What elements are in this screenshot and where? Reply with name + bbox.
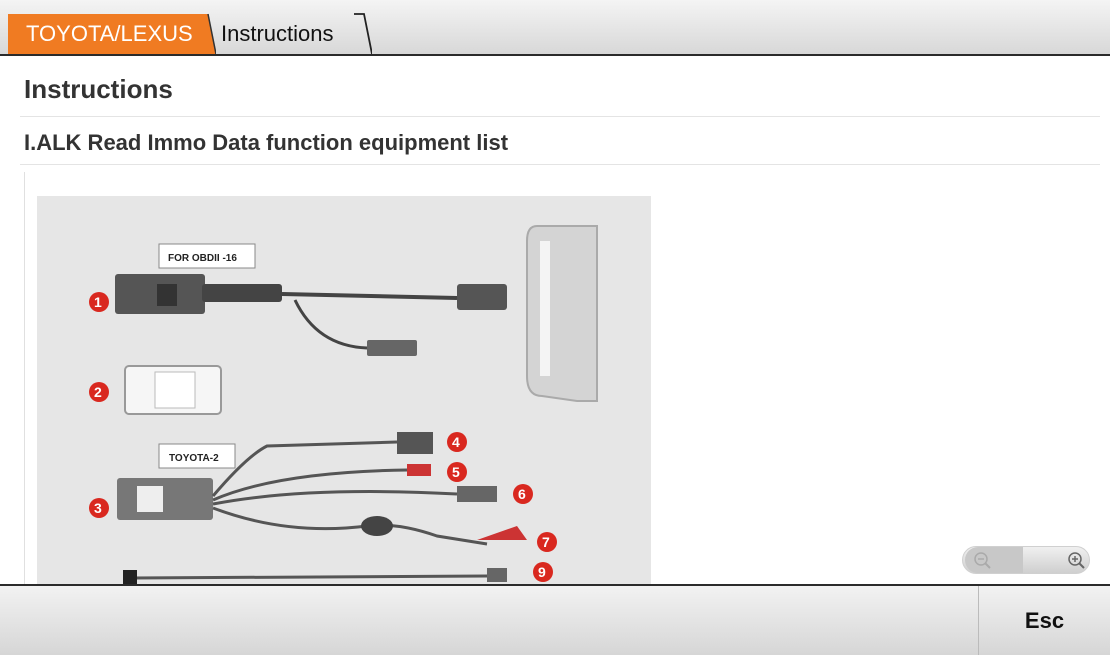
toyota-connector-shape [117,478,213,520]
svg-text:6: 6 [518,486,526,502]
svg-text:9: 9 [538,564,546,580]
zoom-control [962,546,1090,574]
svg-text:2: 2 [94,384,102,400]
db15-connector-shape [457,284,507,310]
svg-text:3: 3 [94,500,102,516]
cable-branch-6 [212,490,458,506]
connector-9-shape [123,570,137,584]
bottom-toolbar: Esc [0,584,1110,655]
svg-text:4: 4 [452,434,460,450]
tab-instructions[interactable]: Instructions [205,14,369,54]
cable-branch-4 [211,440,398,497]
tab-instructions-label: Instructions [221,21,334,46]
usb-connector-shape [367,340,417,356]
zoom-out-icon [974,552,991,569]
connector-9-plug [487,568,507,582]
marker-9: 9 [533,562,553,582]
svg-text:5: 5 [452,464,460,480]
marker-7: 7 [537,532,557,552]
equipment-diagram-drawing: FOR OBDII -16 TOYOTA-2 1 2 3 4 5 6 7 9 [89,225,598,584]
toyota-connector-label [137,486,163,512]
cable-9-line [132,574,488,580]
page-title: Instructions [24,74,173,104]
cable-splitter-shape [361,516,393,536]
marker-5: 5 [447,462,467,482]
divider [20,116,1100,117]
main-cable-line [281,292,458,300]
connector-6-shape [457,486,497,502]
section-title: I.ALK Read Immo Data function equipment … [24,130,509,155]
tablet-edge-shape [526,225,598,402]
connector-5-shape [407,464,431,476]
figure-container: FOR OBDII -16 TOYOTA-2 1 2 3 4 5 6 7 9 [24,172,655,584]
breadcrumb-end-icon [354,13,372,54]
obd-connector-head [157,284,177,306]
cable-strain-relief [202,284,282,302]
marker-6: 6 [513,484,533,504]
marker-1: 1 [89,292,109,312]
breadcrumb-bar: TOYOTA/LEXUS Instructions [0,0,1110,56]
connector-4-shape [397,432,433,454]
marker-2: 2 [89,382,109,402]
svg-text:1: 1 [94,294,102,310]
alligator-clip-shape [477,526,527,540]
usb-cable-line [293,299,368,350]
marker-4: 4 [447,432,467,452]
tab-toyota-lexus[interactable]: TOYOTA/LEXUS [8,14,208,54]
callout-obd-text: FOR OBDII -16 [168,253,237,264]
marker-3: 3 [89,498,109,518]
esc-button[interactable]: Esc [978,586,1110,655]
cable-branch-7 [212,506,488,546]
zoom-in-icon [1068,552,1085,569]
cable-branch-5 [212,468,408,502]
zoom-in-button[interactable] [1039,547,1089,573]
svg-text:7: 7 [542,534,550,550]
divider [20,164,1100,165]
adapter-label-area [154,371,196,409]
zoom-out-button[interactable] [965,547,1023,573]
equipment-diagram: FOR OBDII -16 TOYOTA-2 1 2 3 4 5 6 7 9 [37,196,651,584]
tab-toyota-lexus-label: TOYOTA/LEXUS [26,21,193,46]
callout-toyota-text: TOYOTA-2 [169,453,219,464]
content-area[interactable]: Instructions I.ALK Read Immo Data functi… [0,56,1110,584]
